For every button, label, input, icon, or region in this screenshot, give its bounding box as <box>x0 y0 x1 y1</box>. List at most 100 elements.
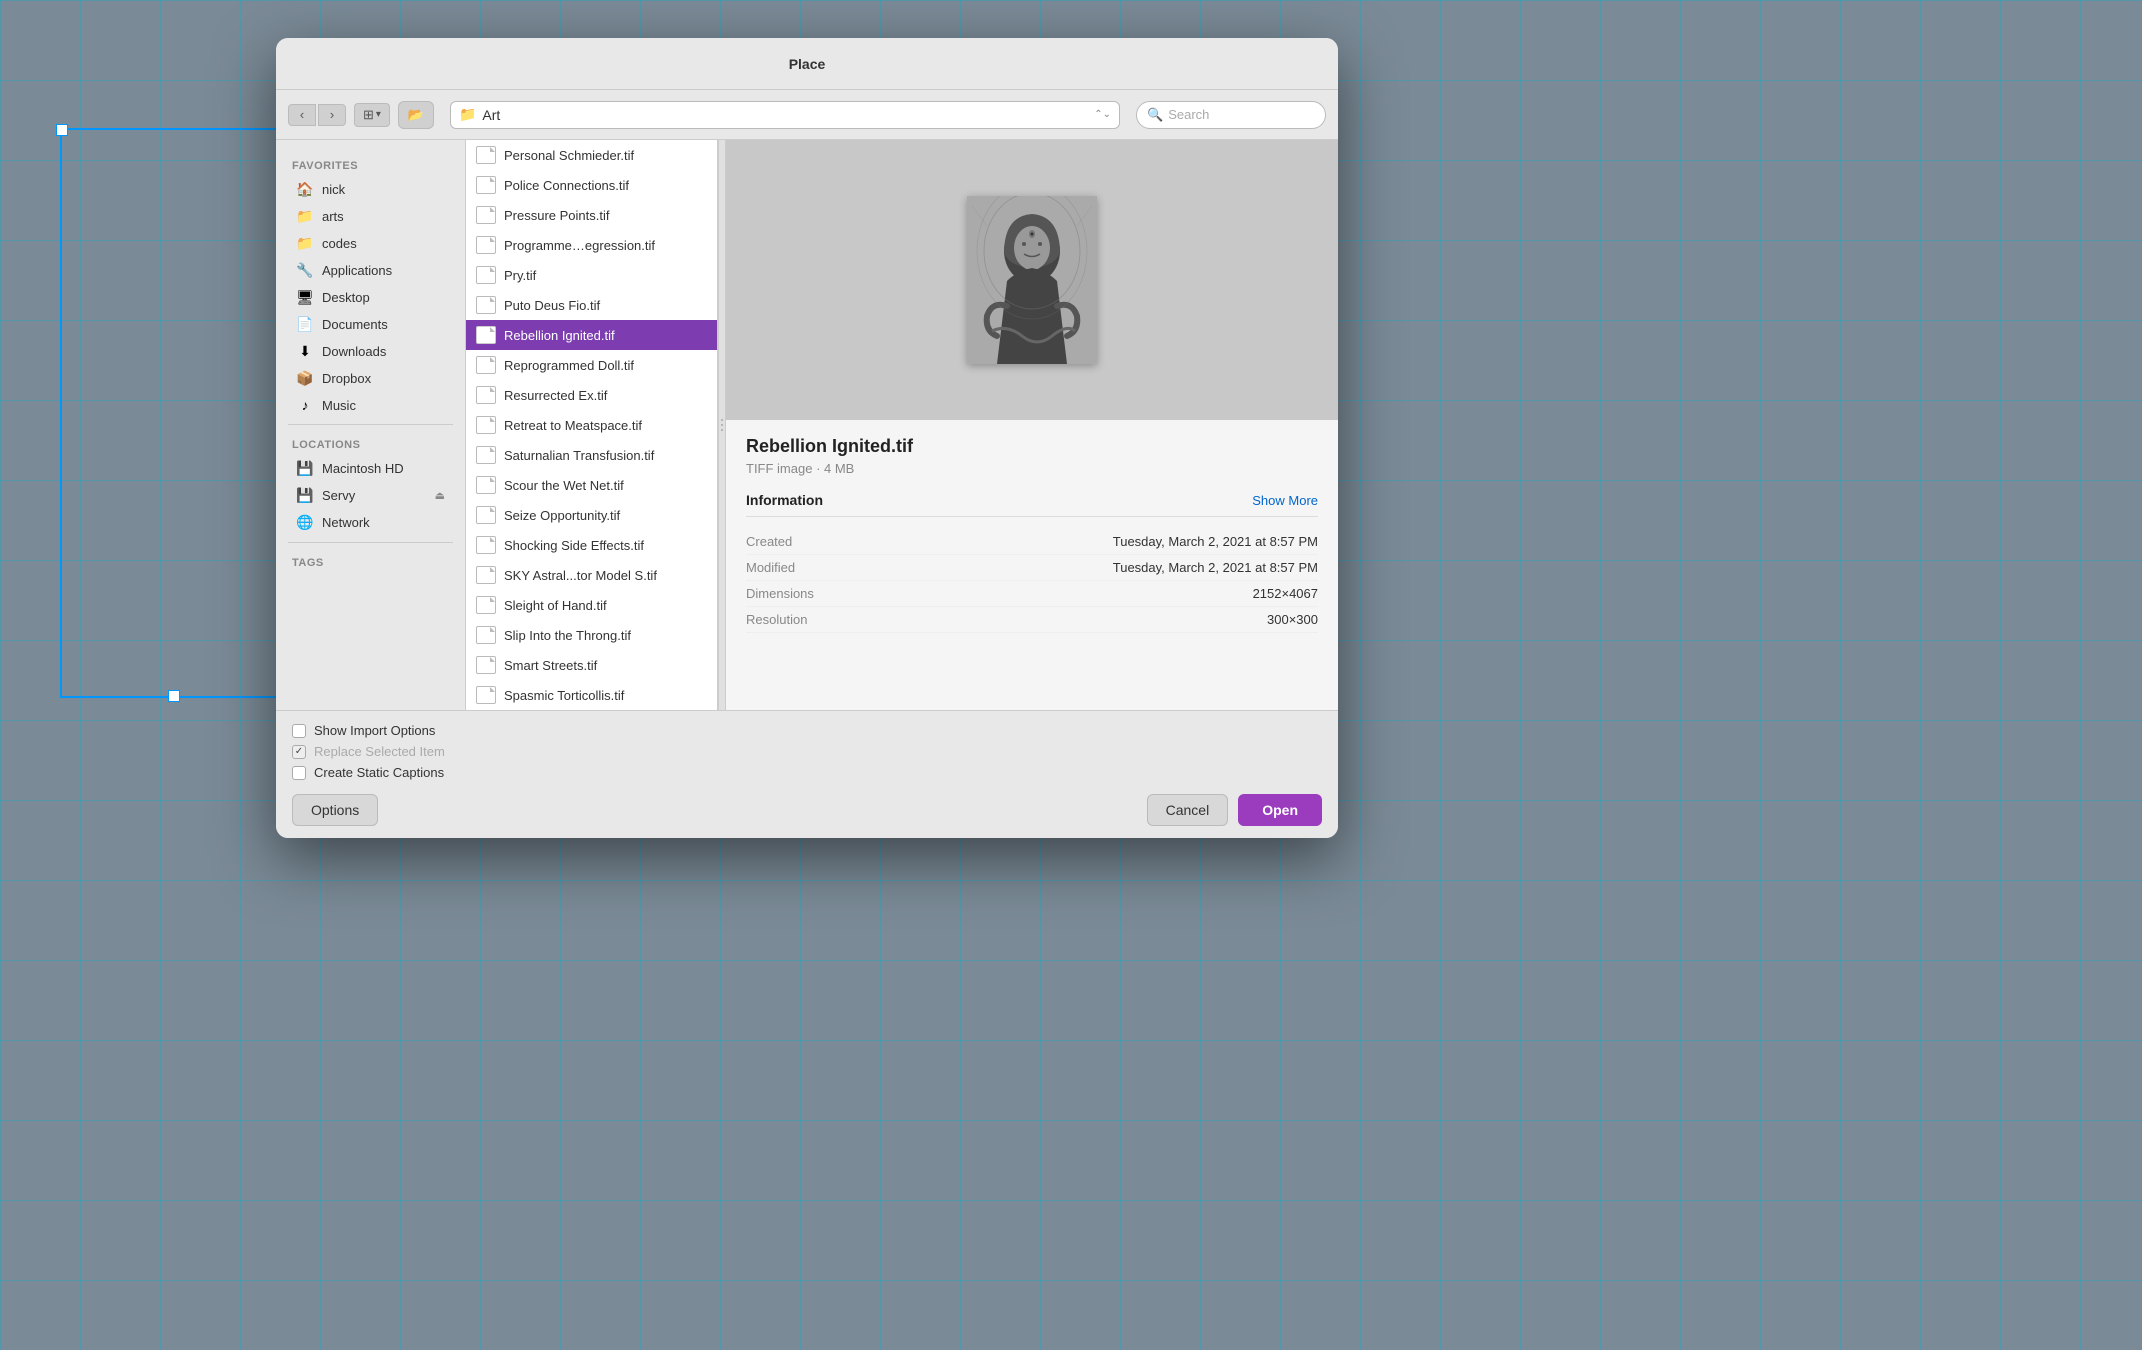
preview-info: Rebellion Ignited.tif TIFF image · 4 MB … <box>726 420 1338 710</box>
servy-icon: 💾 <box>296 487 314 504</box>
list-item[interactable]: Seize Opportunity.tif <box>466 500 717 530</box>
file-icon <box>476 235 496 255</box>
file-list: Personal Schmieder.tif Police Connection… <box>466 140 718 710</box>
list-item[interactable]: Pry.tif <box>466 260 717 290</box>
sidebar-item-music[interactable]: ♪ Music <box>280 392 461 418</box>
show-import-row: Show Import Options <box>292 723 1322 738</box>
sidebar-item-downloads[interactable]: ⬇ Downloads <box>280 338 461 365</box>
list-item[interactable]: Personal Schmieder.tif <box>466 140 717 170</box>
network-icon: 🌐 <box>296 514 314 531</box>
sidebar-codes-label: codes <box>322 236 357 251</box>
list-item[interactable]: Pressure Points.tif <box>466 200 717 230</box>
create-static-checkbox[interactable] <box>292 766 306 780</box>
file-name: Smart Streets.tif <box>504 658 597 673</box>
location-bar[interactable]: 📁 Art ⌃⌄ <box>450 101 1120 129</box>
list-item-selected[interactable]: Rebellion Ignited.tif <box>466 320 717 350</box>
macintosh-hd-icon: 💾 <box>296 460 314 477</box>
list-item[interactable]: Reprogrammed Doll.tif <box>466 350 717 380</box>
list-item[interactable]: Saturnalian Transfusion.tif <box>466 440 717 470</box>
back-button[interactable]: ‹ <box>288 104 316 126</box>
list-item[interactable]: Puto Deus Fio.tif <box>466 290 717 320</box>
replace-selected-row: ✓ Replace Selected Item <box>292 744 1322 759</box>
file-name: Spasmic Torticollis.tif <box>504 688 624 703</box>
file-name: Seize Opportunity.tif <box>504 508 620 523</box>
file-name: Resurrected Ex.tif <box>504 388 607 403</box>
list-item[interactable]: Smart Streets.tif <box>466 650 717 680</box>
sidebar-divider-2 <box>288 542 453 543</box>
modified-value: Tuesday, March 2, 2021 at 8:57 PM <box>1113 560 1318 575</box>
view-options-button[interactable]: ⊞ ▾ <box>354 103 390 127</box>
music-icon: ♪ <box>296 397 314 413</box>
action-buttons: Cancel Open <box>1147 794 1322 826</box>
footer-checkboxes: Show Import Options ✓ Replace Selected I… <box>292 723 1322 780</box>
list-item[interactable]: Resurrected Ex.tif <box>466 380 717 410</box>
search-bar[interactable]: 🔍 Search <box>1136 101 1326 129</box>
list-item[interactable]: Retreat to Meatspace.tif <box>466 410 717 440</box>
list-item[interactable]: SKY Astral...tor Model S.tif <box>466 560 717 590</box>
list-item[interactable]: Spasmic Torticollis.tif <box>466 680 717 710</box>
file-icon <box>476 265 496 285</box>
sidebar-item-documents[interactable]: 📄 Documents <box>280 311 461 338</box>
modified-label: Modified <box>746 560 795 575</box>
file-icon <box>476 655 496 675</box>
file-icon-selected <box>476 325 496 345</box>
preview-subtitle: TIFF image · 4 MB <box>746 461 1318 476</box>
sidebar-item-desktop[interactable]: 🖥 Desktop <box>280 284 461 311</box>
list-item[interactable]: Scour the Wet Net.tif <box>466 470 717 500</box>
locations-label: Locations <box>276 431 465 455</box>
sidebar-network-label: Network <box>322 515 370 530</box>
replace-selected-label: Replace Selected Item <box>314 744 445 759</box>
drag-dot <box>721 429 723 431</box>
list-item[interactable]: Slip Into the Throng.tif <box>466 620 717 650</box>
open-button[interactable]: Open <box>1238 794 1322 826</box>
replace-selected-checkbox[interactable]: ✓ <box>292 745 306 759</box>
sidebar-item-applications[interactable]: 🔧 Applications <box>280 257 461 284</box>
list-item[interactable]: Shocking Side Effects.tif <box>466 530 717 560</box>
resize-handle[interactable] <box>718 140 726 710</box>
search-icon: 🔍 <box>1147 107 1163 123</box>
sidebar-item-servy[interactable]: 💾 Servy ⏏ <box>280 482 461 509</box>
sidebar-item-codes[interactable]: 📁 codes <box>280 230 461 257</box>
list-item[interactable]: Sleight of Hand.tif <box>466 590 717 620</box>
home-icon: 🏠 <box>296 181 314 198</box>
list-item[interactable]: Police Connections.tif <box>466 170 717 200</box>
file-name: Saturnalian Transfusion.tif <box>504 448 654 463</box>
list-item[interactable]: Programme…egression.tif <box>466 230 717 260</box>
sidebar-item-dropbox[interactable]: 📦 Dropbox <box>280 365 461 392</box>
tags-label: Tags <box>276 549 465 573</box>
folder-codes-icon: 📁 <box>296 235 314 252</box>
new-folder-button[interactable]: 📂 <box>398 101 434 129</box>
file-name: Police Connections.tif <box>504 178 629 193</box>
show-import-label: Show Import Options <box>314 723 435 738</box>
file-icon <box>476 205 496 225</box>
sidebar-item-network[interactable]: 🌐 Network <box>280 509 461 536</box>
desktop-icon: 🖥 <box>296 289 314 306</box>
file-icon <box>476 295 496 315</box>
file-name: SKY Astral...tor Model S.tif <box>504 568 657 583</box>
sidebar-downloads-label: Downloads <box>322 344 386 359</box>
preview-filename: Rebellion Ignited.tif <box>746 436 1318 457</box>
show-more-button[interactable]: Show More <box>1252 493 1318 508</box>
sidebar-item-nick[interactable]: 🏠 nick <box>280 176 461 203</box>
cancel-button[interactable]: Cancel <box>1147 794 1229 826</box>
sidebar-item-arts[interactable]: 📁 arts <box>280 203 461 230</box>
sidebar-divider-1 <box>288 424 453 425</box>
drag-dot <box>721 424 723 426</box>
options-button[interactable]: Options <box>292 794 378 826</box>
show-import-checkbox[interactable] <box>292 724 306 738</box>
file-icon <box>476 355 496 375</box>
dimensions-label: Dimensions <box>746 586 814 601</box>
sidebar-nick-label: nick <box>322 182 345 197</box>
sidebar-desktop-label: Desktop <box>322 290 370 305</box>
sidebar-applications-label: Applications <box>322 263 392 278</box>
documents-icon: 📄 <box>296 316 314 333</box>
dimensions-value: 2152×4067 <box>1253 586 1318 601</box>
toolbar: ‹ › ⊞ ▾ 📂 📁 Art ⌃⌄ 🔍 Search <box>276 90 1338 140</box>
sidebar-item-macintosh-hd[interactable]: 💾 Macintosh HD <box>280 455 461 482</box>
file-name: Programme…egression.tif <box>504 238 655 253</box>
sidebar-macintosh-hd-label: Macintosh HD <box>322 461 404 476</box>
file-name: Shocking Side Effects.tif <box>504 538 644 553</box>
eject-button[interactable]: ⏏ <box>435 489 445 502</box>
forward-button[interactable]: › <box>318 104 346 126</box>
preview-image <box>967 196 1097 364</box>
